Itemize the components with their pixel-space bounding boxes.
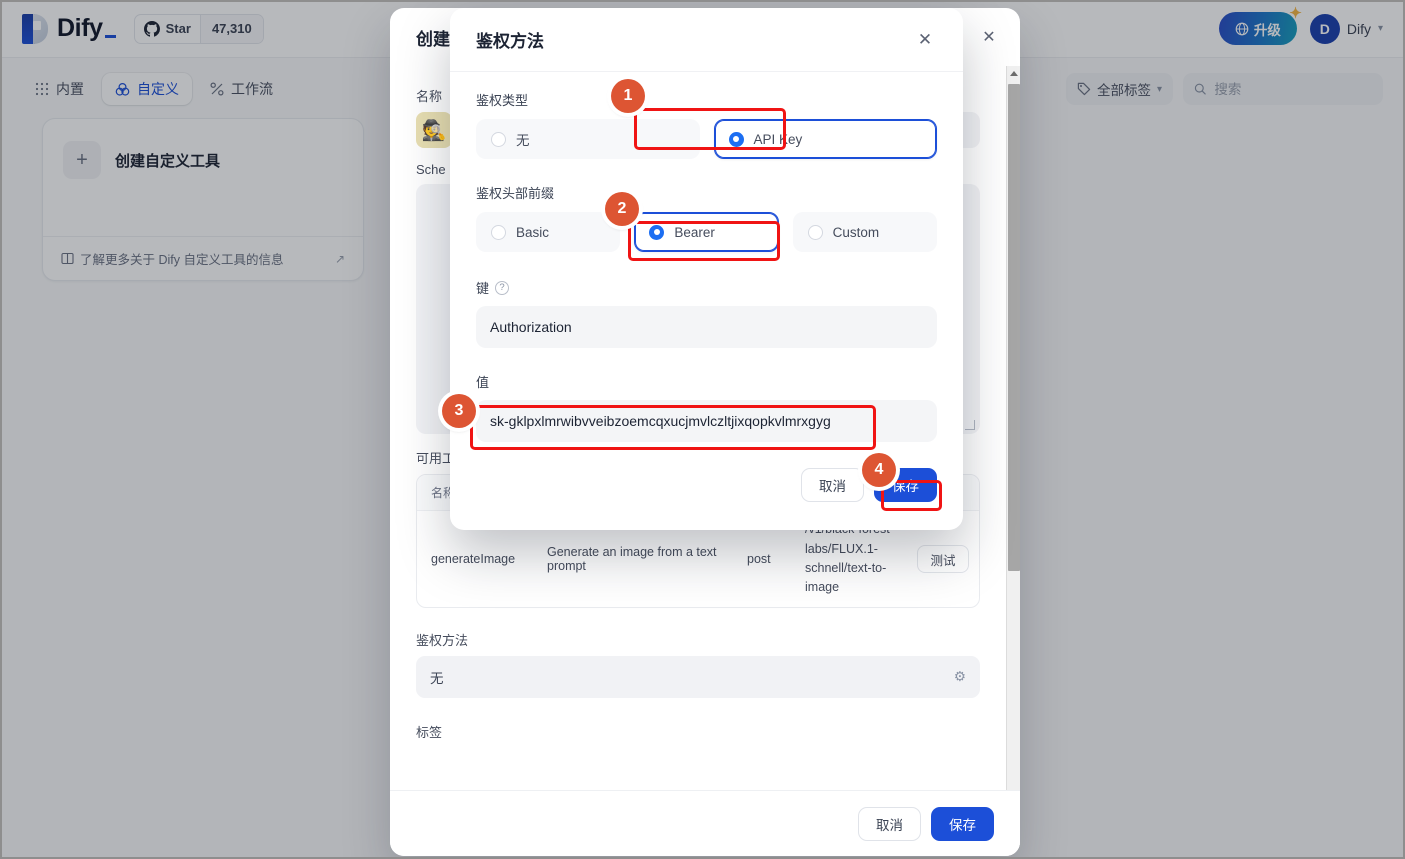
step-badge-1: 1: [611, 79, 645, 113]
auth-type-option-apikey[interactable]: API Key: [713, 119, 937, 159]
header-prefix-option-basic[interactable]: Basic: [476, 212, 621, 252]
header-prefix-option-bearer[interactable]: Bearer: [634, 212, 779, 252]
auth-modal-close-button[interactable]: ✕: [913, 28, 937, 52]
key-input[interactable]: [490, 319, 923, 335]
tool-path-cell: /v1/black-forest-labs/FLUX.1-schnell/tex…: [805, 522, 894, 595]
tool-name-cell: generateImage: [431, 552, 516, 566]
auth-type-options: 无 API Key: [476, 119, 937, 159]
tool-method-cell: post: [747, 552, 771, 566]
header-prefix-options: Basic Bearer Custom: [476, 212, 937, 252]
resize-handle-icon[interactable]: [965, 420, 975, 430]
header-prefix-option-basic-label: Basic: [516, 224, 550, 240]
step-badge-4: 4: [862, 453, 896, 487]
header-prefix-option-bearer-label: Bearer: [674, 224, 715, 240]
step-badge-3: 3: [442, 394, 476, 428]
auth-modal-title: 鉴权方法: [476, 32, 544, 51]
create-dialog-title: 创建: [416, 29, 450, 49]
auth-modal-body: 鉴权类型 无 API Key 鉴权头部前缀 Basic Bearer Custo…: [450, 72, 963, 442]
scrollbar-thumb[interactable]: [1008, 84, 1020, 571]
auth-type-label: 鉴权类型: [476, 93, 529, 108]
radio-selected-icon: [649, 224, 665, 240]
auth-type-option-none[interactable]: 无: [476, 119, 700, 159]
radio-icon: [807, 224, 823, 240]
auth-method-value: 无: [430, 671, 444, 686]
labels-field-label: 标签: [416, 725, 443, 740]
create-dialog-cancel-button[interactable]: 取消: [858, 806, 921, 841]
radio-icon: [491, 131, 506, 147]
key-field-label: 键: [476, 281, 490, 296]
test-button[interactable]: 测试: [917, 545, 969, 573]
key-field-label-row: 键 ?: [476, 278, 937, 297]
tool-description-cell: Generate an image from a text prompt: [547, 545, 717, 573]
tool-emoji-icon[interactable]: 🕵️: [416, 112, 452, 148]
radio-icon: [491, 224, 506, 240]
auth-modal-header: 鉴权方法 ✕: [450, 8, 963, 72]
scroll-up-arrow-icon[interactable]: [1007, 66, 1020, 80]
dialog-scrollbar[interactable]: [1006, 66, 1020, 856]
question-circle-icon[interactable]: ?: [495, 280, 510, 295]
value-field[interactable]: [476, 400, 937, 442]
step-badge-2: 2: [605, 192, 639, 226]
auth-method-select[interactable]: 无 ⚙: [416, 656, 980, 698]
value-field-label: 值: [476, 375, 490, 390]
create-dialog-close-button[interactable]: ✕: [978, 26, 1000, 48]
header-prefix-label: 鉴权头部前缀: [476, 186, 555, 201]
radio-selected-icon: [728, 131, 744, 147]
gear-icon[interactable]: ⚙: [954, 669, 966, 685]
create-dialog-footer: 取消 保存: [390, 790, 1020, 856]
header-prefix-option-custom[interactable]: Custom: [792, 212, 937, 252]
auth-modal-cancel-button[interactable]: 取消: [801, 468, 864, 502]
auth-method-modal: 鉴权方法 ✕ 鉴权类型 无 API Key 鉴权头部前缀 Basic Beare…: [450, 8, 963, 530]
tool-action-cell: 测试: [907, 545, 979, 573]
value-field-label-row: 值: [476, 372, 937, 391]
auth-method-label: 鉴权方法: [416, 633, 469, 648]
value-input[interactable]: [490, 413, 923, 429]
auth-type-option-none-label: 无: [516, 133, 530, 148]
create-dialog-save-button[interactable]: 保存: [931, 806, 994, 841]
auth-type-option-apikey-label: API Key: [753, 131, 803, 147]
key-field[interactable]: [476, 306, 937, 348]
header-prefix-option-custom-label: Custom: [832, 224, 880, 240]
